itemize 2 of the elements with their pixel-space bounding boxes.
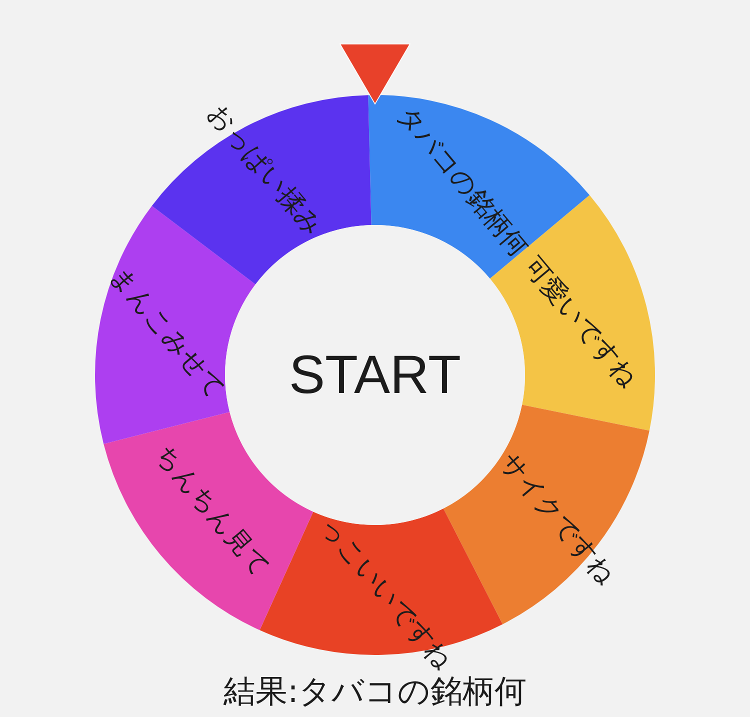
result-text: 結果:タバコの銘柄何 — [224, 672, 526, 710]
pointer-icon — [339, 44, 411, 105]
